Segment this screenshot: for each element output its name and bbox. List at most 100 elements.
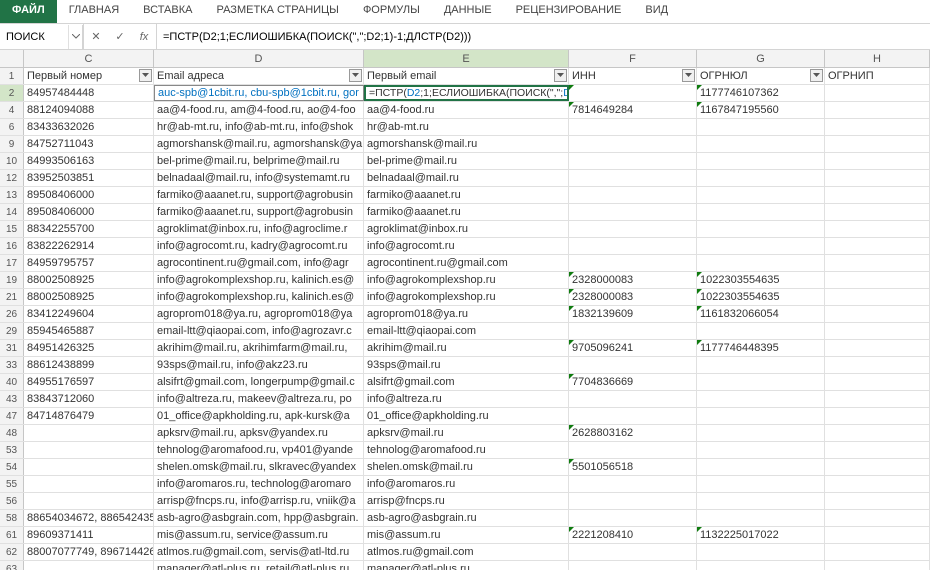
cell[interactable]: info@altreza.ru — [364, 391, 569, 407]
cell[interactable]: bel-prime@mail.ru — [364, 153, 569, 169]
cell[interactable]: farmiko@aaanet.ru — [364, 187, 569, 203]
header-cell[interactable]: Первый номер — [24, 68, 154, 84]
cell[interactable] — [697, 170, 825, 186]
cell[interactable]: 1177746107362 — [697, 85, 825, 101]
cell[interactable] — [697, 493, 825, 509]
cell[interactable]: 1022303554635 — [697, 289, 825, 305]
cell[interactable] — [825, 510, 930, 526]
cell[interactable]: 2221208410 — [569, 527, 697, 543]
cell[interactable] — [697, 561, 825, 570]
cell[interactable] — [825, 459, 930, 475]
filter-button[interactable] — [810, 69, 823, 82]
cell[interactable]: farmiko@aaanet.ru, support@agrobusin — [154, 187, 364, 203]
cell[interactable]: 5501056518 — [569, 459, 697, 475]
cell[interactable] — [24, 493, 154, 509]
cell[interactable] — [825, 170, 930, 186]
cell[interactable] — [825, 187, 930, 203]
cell[interactable] — [24, 442, 154, 458]
cell[interactable] — [697, 187, 825, 203]
row-header[interactable]: 48 — [0, 425, 24, 441]
col-header-E[interactable]: E — [364, 50, 569, 67]
cell[interactable]: asb-agro@asbgrain.com, hpp@asbgrain. — [154, 510, 364, 526]
row-header[interactable]: 2 — [0, 85, 24, 101]
cell[interactable]: info@agrocomt.ru, kadry@agrocomt.ru — [154, 238, 364, 254]
cell[interactable]: 83433632026 — [24, 119, 154, 135]
cell[interactable] — [569, 408, 697, 424]
row-header[interactable]: 29 — [0, 323, 24, 339]
cell[interactable] — [825, 442, 930, 458]
cell[interactable]: agmorshansk@mail.ru — [364, 136, 569, 152]
cell[interactable] — [569, 442, 697, 458]
cell[interactable]: agrocontinent.ru@gmail.com — [364, 255, 569, 271]
cell[interactable] — [825, 136, 930, 152]
cell[interactable] — [825, 408, 930, 424]
cell[interactable]: farmiko@aaanet.ru, support@agrobusin — [154, 204, 364, 220]
col-header-C[interactable]: C — [24, 50, 154, 67]
cell[interactable] — [825, 306, 930, 322]
row-header[interactable]: 53 — [0, 442, 24, 458]
cell[interactable]: atlmos.ru@gmail.com, servis@atl-ltd.ru — [154, 544, 364, 560]
cell[interactable]: 83412249604 — [24, 306, 154, 322]
cell[interactable]: 2628803162 — [569, 425, 697, 441]
col-header-G[interactable]: G — [697, 50, 825, 67]
cell[interactable]: 84951426325 — [24, 340, 154, 356]
cell-editing-ref[interactable]: auc-spb@1cbit.ru, cbu-spb@1cbit.ru, gor — [154, 85, 364, 101]
cell[interactable]: atlmos.ru@gmail.com — [364, 544, 569, 560]
cell[interactable]: 1832139609 — [569, 306, 697, 322]
cell[interactable]: 84714876479 — [24, 408, 154, 424]
cell[interactable]: apksrv@mail.ru, apksv@yandex.ru — [154, 425, 364, 441]
cell[interactable] — [697, 391, 825, 407]
formula-input[interactable] — [157, 25, 930, 49]
header-cell[interactable]: ОГРНИП — [825, 68, 930, 84]
cell[interactable] — [825, 153, 930, 169]
cell[interactable] — [825, 527, 930, 543]
cell[interactable] — [569, 204, 697, 220]
cell[interactable] — [825, 238, 930, 254]
cell[interactable] — [825, 85, 930, 101]
cell[interactable]: aa@4-food.ru — [364, 102, 569, 118]
cell[interactable]: mis@assum.ru — [364, 527, 569, 543]
cell[interactable] — [569, 544, 697, 560]
formula-confirm-button[interactable]: ✓ — [108, 25, 132, 49]
cell[interactable] — [569, 85, 697, 101]
cell[interactable] — [24, 459, 154, 475]
cell[interactable]: 9705096241 — [569, 340, 697, 356]
header-cell[interactable]: ИНН — [569, 68, 697, 84]
cell[interactable]: 2328000083 — [569, 289, 697, 305]
cell[interactable]: info@agrokomplexshop.ru, kalinich.es@ — [154, 289, 364, 305]
cell[interactable]: 89508406000 — [24, 187, 154, 203]
ribbon-tab-рецензирование[interactable]: РЕЦЕНЗИРОВАНИЕ — [504, 0, 634, 23]
formula-cancel-button[interactable]: ✕ — [84, 25, 108, 49]
cell[interactable] — [569, 238, 697, 254]
cell[interactable]: 1177746448395 — [697, 340, 825, 356]
cell[interactable]: mis@assum.ru, service@assum.ru — [154, 527, 364, 543]
cell[interactable]: 84955176597 — [24, 374, 154, 390]
cell[interactable]: agmorshansk@mail.ru, agmorshansk@ya — [154, 136, 364, 152]
cell[interactable]: bel-prime@mail.ru, belprime@mail.ru — [154, 153, 364, 169]
row-header[interactable]: 63 — [0, 561, 24, 570]
cell[interactable] — [569, 493, 697, 509]
cell[interactable]: apksrv@mail.ru — [364, 425, 569, 441]
filter-button[interactable] — [349, 69, 362, 82]
ribbon-tab-формулы[interactable]: ФОРМУЛЫ — [351, 0, 432, 23]
cell[interactable] — [697, 357, 825, 373]
ribbon-tab-данные[interactable]: ДАННЫЕ — [432, 0, 504, 23]
cell[interactable]: 83822262914 — [24, 238, 154, 254]
cell[interactable]: agroprom018@ya.ru — [364, 306, 569, 322]
cell[interactable] — [697, 221, 825, 237]
row-header[interactable]: 16 — [0, 238, 24, 254]
cell[interactable]: belnadaal@mail.ru, info@systemamt.ru — [154, 170, 364, 186]
cell[interactable] — [697, 442, 825, 458]
cell[interactable] — [697, 510, 825, 526]
cell-editing-active[interactable]: =ПСТР(D2;1;ЕСЛИОШИБКА(ПОИСК(",";D2;1)-1;… — [364, 85, 569, 101]
cell[interactable] — [24, 561, 154, 570]
cell[interactable]: info@altreza.ru, makeev@altreza.ru, po — [154, 391, 364, 407]
cell[interactable]: akrihim@mail.ru, akrihimfarm@mail.ru, — [154, 340, 364, 356]
name-box-input[interactable] — [0, 25, 68, 49]
cell[interactable] — [825, 289, 930, 305]
header-cell[interactable]: ОГРНЮЛ — [697, 68, 825, 84]
cell[interactable] — [697, 374, 825, 390]
cell[interactable]: agroklimat@inbox.ru, info@agroclime.r — [154, 221, 364, 237]
row-header[interactable]: 56 — [0, 493, 24, 509]
cell[interactable]: info@agrocomt.ru — [364, 238, 569, 254]
